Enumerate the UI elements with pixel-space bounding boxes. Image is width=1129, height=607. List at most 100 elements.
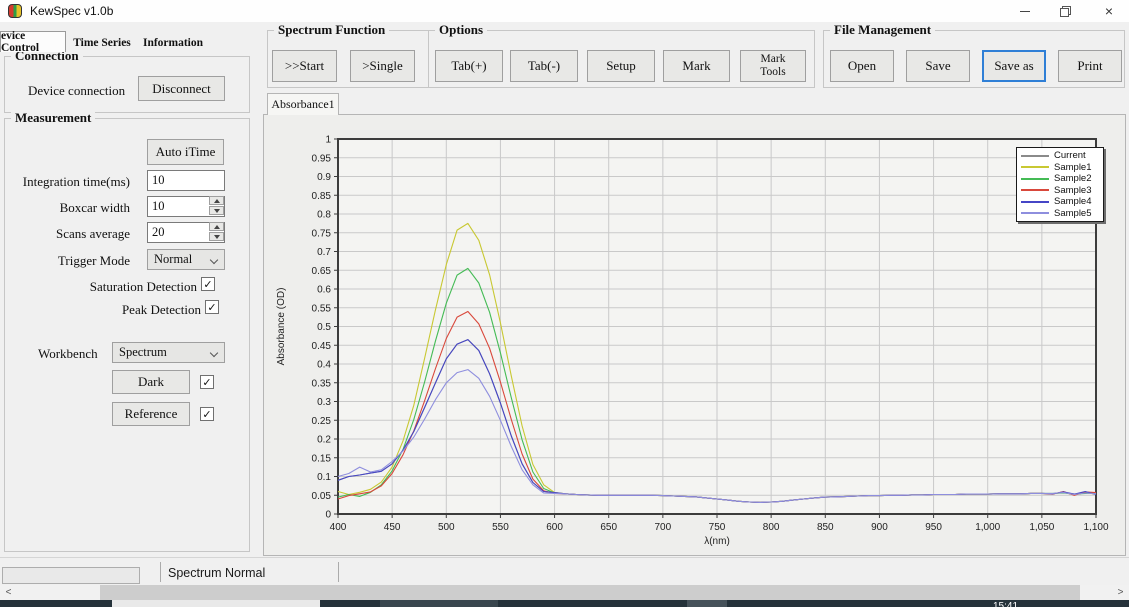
tab-label: evice Control [1,30,65,54]
spin-up-icon [214,199,220,203]
restore-icon [1060,6,1070,16]
spin-up-button[interactable] [209,196,224,205]
peak-detection-checkbox[interactable] [205,300,219,314]
spectrum-function-title: Spectrum Function [274,22,389,38]
svg-text:0.35: 0.35 [312,378,332,389]
chart-panel: 4004505005506006507007508008509009501,00… [263,114,1126,556]
svg-text:0.45: 0.45 [312,341,332,352]
spin-up-button[interactable] [209,222,224,231]
close-icon: × [1105,3,1113,19]
status-mode-text: Spectrum Normal [168,566,265,580]
svg-text:0.4: 0.4 [317,360,331,371]
scroll-right-icon: > [1118,587,1124,598]
svg-text:0.9: 0.9 [317,172,331,183]
svg-text:0.55: 0.55 [312,303,332,314]
boxcar-width-label: Boxcar width [0,200,130,216]
auto-itime-button[interactable]: Auto iTime [147,139,224,165]
restore-button[interactable] [1045,0,1085,22]
minimize-button[interactable] [1005,0,1045,22]
scroll-left-button[interactable]: < [0,585,17,600]
integration-time-field[interactable]: 10 [147,170,225,191]
mark-button[interactable]: Mark [663,50,730,82]
saturation-detection-label: Saturation Detection [0,279,197,295]
tab-plus-button[interactable]: Tab(+) [435,50,503,82]
legend-swatch-line [1021,201,1049,203]
app-window: KewSpec v1.0b × evice Control Time Serie… [0,0,1129,607]
reference-button[interactable]: Reference [112,402,190,426]
save-button[interactable]: Save [906,50,970,82]
svg-text:0.25: 0.25 [312,416,332,427]
spin-down-button[interactable] [209,232,224,241]
svg-text:1,050: 1,050 [1029,522,1054,533]
boxcar-width-stepper [209,196,224,215]
svg-text:400: 400 [330,522,347,533]
svg-text:0.7: 0.7 [317,247,331,258]
svg-text:Absorbance (OD): Absorbance (OD) [276,288,287,366]
close-button[interactable]: × [1089,0,1129,22]
disconnect-button[interactable]: Disconnect [138,76,225,101]
dark-checkbox[interactable] [200,375,214,389]
svg-text:850: 850 [817,522,834,533]
tab-device-control[interactable]: evice Control [0,31,66,52]
trigger-mode-select[interactable]: Normal [147,249,225,270]
legend-label: Sample1 [1054,162,1092,173]
svg-text:1: 1 [325,135,331,146]
legend-item: Sample5 [1017,208,1103,220]
title-bar: KewSpec v1.0b × [0,0,1129,22]
trigger-mode-label: Trigger Mode [0,253,130,269]
legend-swatch-line [1021,212,1049,214]
dark-button[interactable]: Dark [112,370,190,394]
workbench-select[interactable]: Spectrum [112,342,225,363]
start-button[interactable]: >>Start [272,50,337,82]
saturation-detection-checkbox[interactable] [201,277,215,291]
save-as-button[interactable]: Save as [982,50,1046,82]
svg-text:450: 450 [384,522,401,533]
legend-swatch-line [1021,189,1049,191]
open-button[interactable]: Open [830,50,894,82]
window-title: KewSpec v1.0b [30,4,113,18]
horizontal-scrollbar[interactable]: < > [0,585,1129,600]
spin-down-icon [214,209,220,213]
legend-label: Sample5 [1054,208,1092,219]
taskbar-active-app-segment [380,600,498,607]
svg-text:0.8: 0.8 [317,210,331,221]
taskbar: 15:41 [0,600,1129,607]
tab-minus-button[interactable]: Tab(-) [510,50,578,82]
svg-text:600: 600 [546,522,563,533]
scans-average-label: Scans average [0,226,130,242]
print-button[interactable]: Print [1058,50,1122,82]
spectrum-plot: 4004505005506006507007508008509009501,00… [264,115,1125,555]
taskbar-window-segment [112,600,320,607]
svg-text:900: 900 [871,522,888,533]
device-connection-label: Device connection [28,83,125,99]
reference-checkbox[interactable] [200,407,214,421]
legend-label: Sample2 [1054,173,1092,184]
mark-tools-button[interactable]: Mark Tools [740,50,806,82]
workbench-label: Workbench [38,346,98,362]
tab-absorbance1[interactable]: Absorbance1 [267,93,339,115]
svg-text:750: 750 [709,522,726,533]
spin-down-button[interactable] [209,206,224,215]
legend-label: Current [1054,150,1086,161]
scroll-left-icon: < [6,587,12,598]
measurement-group-title: Measurement [11,110,95,126]
options-title: Options [435,22,487,38]
svg-text:950: 950 [925,522,942,533]
svg-text:0.85: 0.85 [312,191,332,202]
taskbar-clock: 15:41 [993,601,1018,607]
scroll-right-button[interactable]: > [1112,585,1129,600]
tab-information[interactable]: Information [138,33,208,52]
setup-button[interactable]: Setup [587,50,655,82]
legend-item: Sample2 [1017,173,1103,185]
single-button[interactable]: >Single [350,50,415,82]
svg-text:500: 500 [438,522,455,533]
svg-text:650: 650 [600,522,617,533]
svg-text:0.95: 0.95 [312,153,332,164]
svg-text:0: 0 [325,510,331,521]
workbench-value: Spectrum [119,345,167,360]
status-separator [338,562,339,582]
spin-up-icon [214,225,220,229]
integration-time-label: Integration time(ms) [0,174,130,190]
scrollbar-thumb[interactable] [100,585,1080,600]
svg-text:800: 800 [763,522,780,533]
